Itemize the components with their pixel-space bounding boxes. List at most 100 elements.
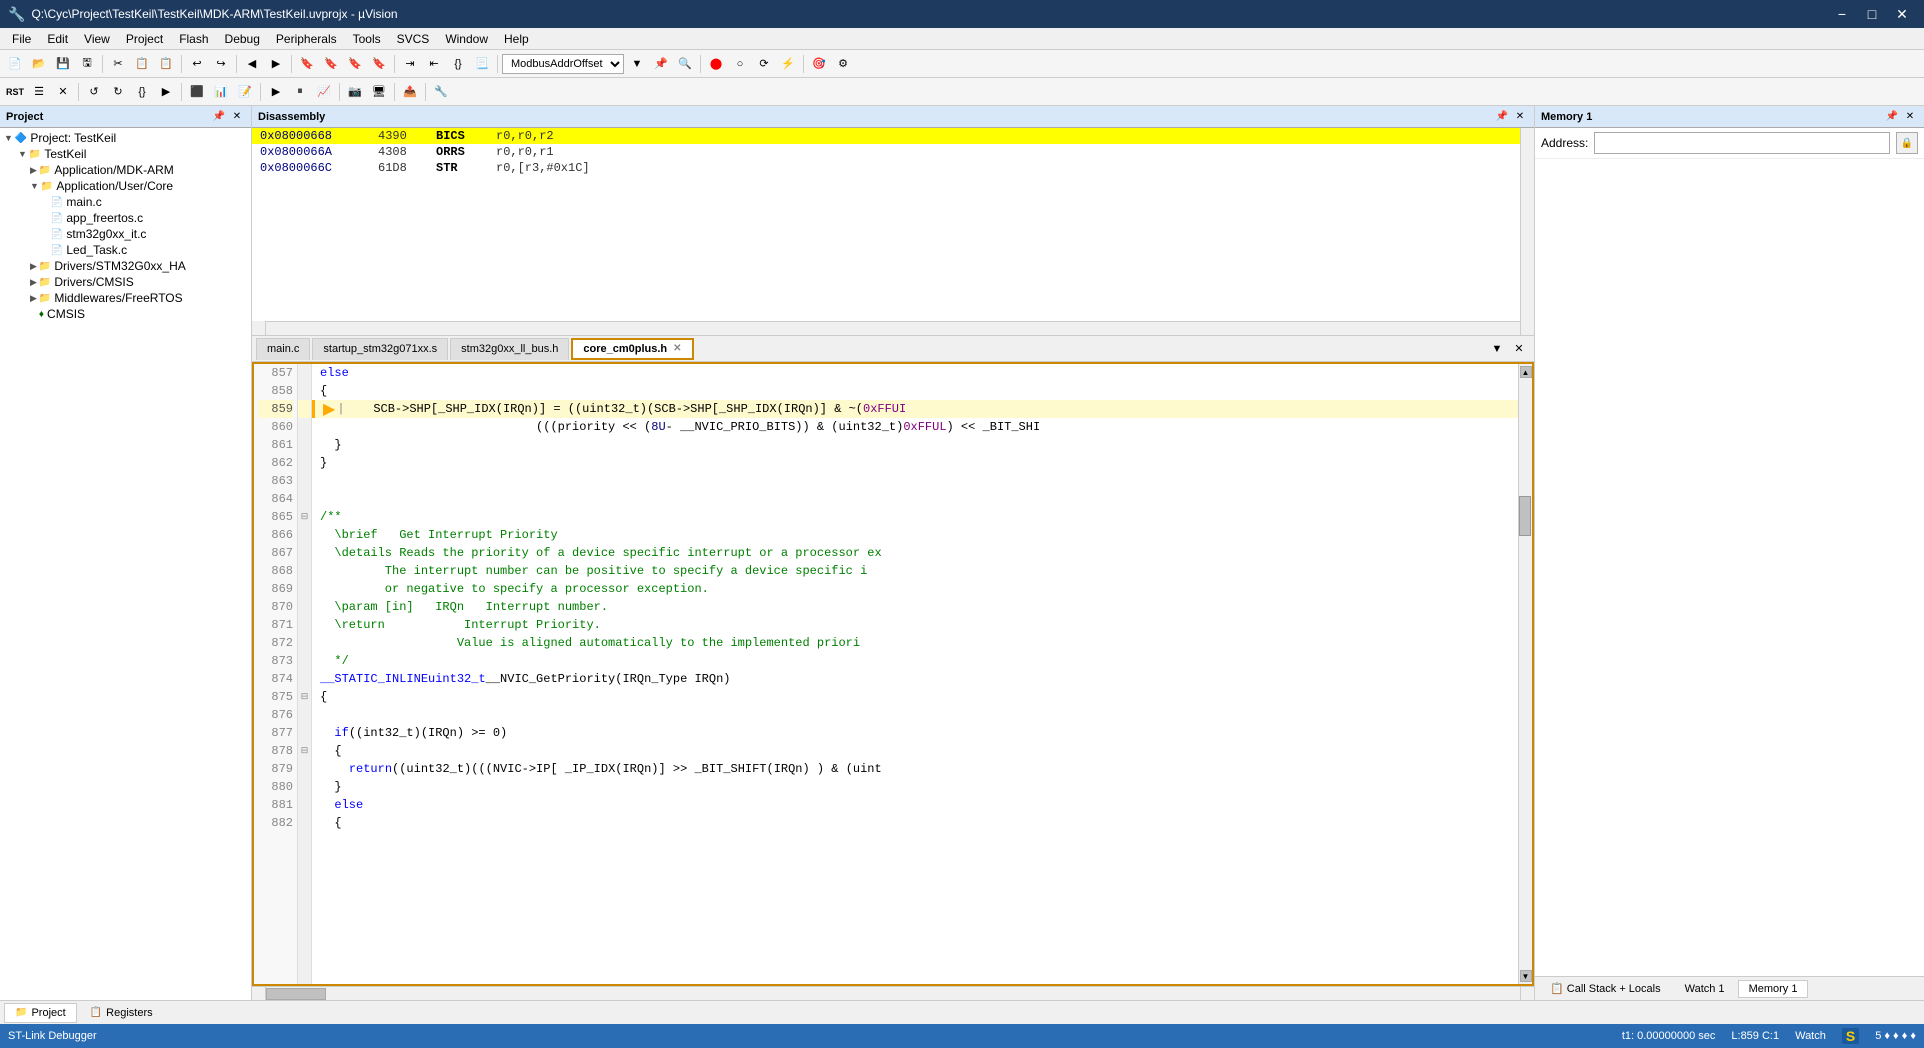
tb2-b10[interactable]: ▶ bbox=[265, 81, 287, 103]
tb2-b13[interactable]: 📷 bbox=[344, 81, 366, 103]
tb2-rst[interactable]: RST bbox=[4, 81, 26, 103]
modbus-combo[interactable]: ModbusAddrOffset bbox=[502, 54, 624, 74]
tb2-b9[interactable]: 📝 bbox=[234, 81, 256, 103]
tb-target[interactable]: 🎯 bbox=[808, 53, 830, 75]
maximize-button[interactable]: □ bbox=[1858, 4, 1886, 24]
tb-cut[interactable]: ✂ bbox=[107, 53, 129, 75]
tb-save[interactable]: 💾 bbox=[52, 53, 74, 75]
memory-address-input[interactable] bbox=[1594, 132, 1890, 154]
tree-cmsis[interactable]: ▶ ♦ CMSIS bbox=[2, 306, 249, 322]
menu-tools[interactable]: Tools bbox=[345, 30, 389, 48]
tab-ll-bus[interactable]: stm32g0xx_ll_bus.h bbox=[450, 338, 569, 360]
tree-led-task[interactable]: ▶ 📄 Led_Task.c bbox=[2, 242, 249, 258]
tb-back[interactable]: ◀ bbox=[241, 53, 263, 75]
minimize-button[interactable]: − bbox=[1828, 4, 1856, 24]
menu-peripherals[interactable]: Peripherals bbox=[268, 30, 345, 48]
tb-saveall[interactable]: 🖫 bbox=[76, 53, 98, 75]
memory-close-button[interactable]: ✕ bbox=[1902, 109, 1918, 125]
code-vscroll[interactable]: ▲ ▼ bbox=[1518, 364, 1532, 984]
mem-tab-memory1[interactable]: Memory 1 bbox=[1738, 980, 1809, 998]
memory-addr-lock-btn[interactable]: 🔒 bbox=[1896, 132, 1918, 154]
tb-stop[interactable]: ○ bbox=[729, 53, 751, 75]
tab-registers[interactable]: 📋 Registers bbox=[79, 1003, 164, 1023]
memory-pin-button[interactable]: 📌 bbox=[1884, 109, 1900, 125]
mem-tab-callstack[interactable]: 📋 Call Stack + Locals bbox=[1539, 979, 1672, 998]
tb-b3[interactable]: 🔖 bbox=[344, 53, 366, 75]
tree-app-mdk[interactable]: ▶ 📁 Application/MDK-ARM bbox=[2, 162, 249, 178]
tb2-b1[interactable]: ☰ bbox=[28, 81, 50, 103]
menu-file[interactable]: File bbox=[4, 30, 39, 48]
tb-b2[interactable]: 🔖 bbox=[320, 53, 342, 75]
tb-power[interactable]: ⚡ bbox=[777, 53, 799, 75]
tb2-b7[interactable]: ⬛ bbox=[186, 81, 208, 103]
tb2-b11[interactable]: ⏸ bbox=[289, 81, 311, 103]
menu-view[interactable]: View bbox=[76, 30, 118, 48]
tb-paste[interactable]: 📋 bbox=[155, 53, 177, 75]
tb-unindent[interactable]: ⇤ bbox=[423, 53, 445, 75]
tab-core-cm0-close[interactable]: ✕ bbox=[673, 343, 681, 354]
tb-doc[interactable]: 📃 bbox=[471, 53, 493, 75]
tree-app-freertos[interactable]: ▶ 📄 app_freertos.c bbox=[2, 210, 249, 226]
tb-dropdown[interactable]: ▼ bbox=[626, 53, 648, 75]
tb-new[interactable]: 📄 bbox=[4, 53, 26, 75]
tb-copy[interactable]: 📋 bbox=[131, 53, 153, 75]
disasm-vscroll[interactable] bbox=[1520, 128, 1534, 321]
disassembly-content[interactable]: 0x08000668 4390 BICS r0,r0,r2 0x0800066A… bbox=[252, 128, 1520, 321]
hscroll-thumb[interactable] bbox=[266, 988, 326, 1000]
vscroll-down-btn[interactable]: ▼ bbox=[1520, 970, 1532, 982]
disasm-pin-button[interactable]: 📌 bbox=[1494, 109, 1510, 125]
tb2-b12[interactable]: 📈 bbox=[313, 81, 335, 103]
code-hscroll[interactable] bbox=[266, 987, 1520, 1000]
close-button[interactable]: ✕ bbox=[1888, 4, 1916, 24]
disasm-hscroll[interactable] bbox=[266, 321, 1520, 335]
code-content[interactable]: else { ▶ | SCB->SHP[_SHP_IDX(IRQn)] = ((… bbox=[312, 364, 1518, 984]
menu-debug[interactable]: Debug bbox=[217, 30, 268, 48]
tree-drivers-cmsis[interactable]: ▶ 📁 Drivers/CMSIS bbox=[2, 274, 249, 290]
tb-redo[interactable]: ↪ bbox=[210, 53, 232, 75]
tb-r2[interactable]: 🔍 bbox=[674, 53, 696, 75]
tb2-b4[interactable]: ↻ bbox=[107, 81, 129, 103]
tb-run[interactable]: ⬤ bbox=[705, 53, 727, 75]
menu-help[interactable]: Help bbox=[496, 30, 537, 48]
tree-app-user[interactable]: ▼ 📁 Application/User/Core bbox=[2, 178, 249, 194]
project-close-button[interactable]: ✕ bbox=[229, 109, 245, 125]
tree-project-root[interactable]: ▼ 🔷 Project: TestKeil bbox=[2, 130, 249, 146]
tb2-b15[interactable]: 📤 bbox=[399, 81, 421, 103]
tab-core-cm0[interactable]: core_cm0plus.h ✕ bbox=[571, 338, 693, 360]
tb2-b6[interactable]: ▶ bbox=[155, 81, 177, 103]
menu-svcs[interactable]: SVCS bbox=[389, 30, 438, 48]
tb-fwd[interactable]: ▶ bbox=[265, 53, 287, 75]
fold-865[interactable]: ⊟ bbox=[298, 508, 311, 526]
mem-tab-watch1[interactable]: Watch 1 bbox=[1674, 980, 1736, 998]
menu-window[interactable]: Window bbox=[437, 30, 496, 48]
tree-main-c[interactable]: ▶ 📄 main.c bbox=[2, 194, 249, 210]
tb2-b5[interactable]: {} bbox=[131, 81, 153, 103]
fold-875[interactable]: ⊟ bbox=[298, 688, 311, 706]
tree-drivers-stm32[interactable]: ▶ 📁 Drivers/STM32G0xx_HA bbox=[2, 258, 249, 274]
tb-undo[interactable]: ↩ bbox=[186, 53, 208, 75]
tb-open[interactable]: 📂 bbox=[28, 53, 50, 75]
project-pin-button[interactable]: 📌 bbox=[211, 109, 227, 125]
vscroll-up-btn[interactable]: ▲ bbox=[1520, 366, 1532, 378]
tab-close-btn[interactable]: ✕ bbox=[1508, 338, 1530, 360]
fold-878[interactable]: ⊟ bbox=[298, 742, 311, 760]
tb-brace[interactable]: {} bbox=[447, 53, 469, 75]
vscroll-thumb[interactable] bbox=[1519, 496, 1531, 536]
tb-b1[interactable]: 🔖 bbox=[296, 53, 318, 75]
tree-testkeil[interactable]: ▼ 📁 TestKeil bbox=[2, 146, 249, 162]
tb-indent[interactable]: ⇥ bbox=[399, 53, 421, 75]
tree-stm32-it[interactable]: ▶ 📄 stm32g0xx_it.c bbox=[2, 226, 249, 242]
tb-reset[interactable]: ⟳ bbox=[753, 53, 775, 75]
disasm-close-button[interactable]: ✕ bbox=[1512, 109, 1528, 125]
tb-r1[interactable]: 📌 bbox=[650, 53, 672, 75]
tb2-b3[interactable]: ↺ bbox=[83, 81, 105, 103]
tb2-b14[interactable]: 🖥 bbox=[368, 81, 390, 103]
menu-project[interactable]: Project bbox=[118, 30, 171, 48]
tab-main-c[interactable]: main.c bbox=[256, 338, 310, 360]
menu-edit[interactable]: Edit bbox=[39, 30, 76, 48]
tb2-b16[interactable]: 🔧 bbox=[430, 81, 452, 103]
tb-settings[interactable]: ⚙ bbox=[832, 53, 854, 75]
tab-project[interactable]: 📁 Project bbox=[4, 1003, 77, 1023]
tb2-b2[interactable]: ✕ bbox=[52, 81, 74, 103]
menu-flash[interactable]: Flash bbox=[171, 30, 216, 48]
